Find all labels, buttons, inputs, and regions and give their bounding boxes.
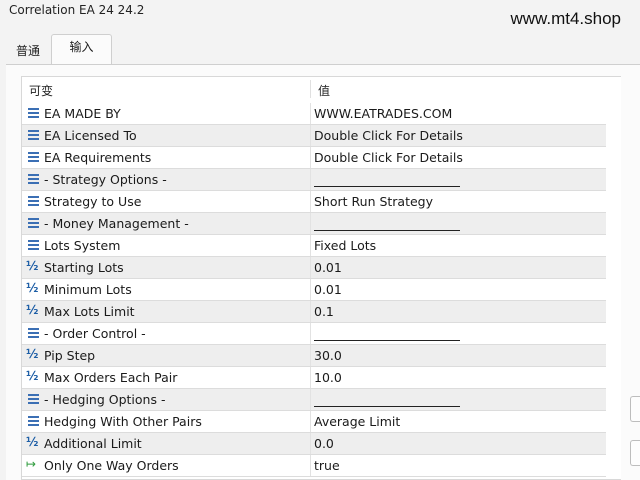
list-icon bbox=[27, 415, 40, 428]
row-variable-name: - Order Control - bbox=[44, 326, 146, 341]
row-variable-name: - Strategy Options - bbox=[44, 172, 167, 187]
table-row[interactable]: ½ Additional Limit 0.0 bbox=[22, 433, 606, 455]
cell-divider bbox=[310, 411, 311, 432]
watermark-text: www.mt4.shop bbox=[510, 9, 621, 28]
window-title: Correlation EA 24 24.2 bbox=[9, 3, 145, 17]
list-icon bbox=[27, 173, 40, 186]
table-row[interactable]: EA Requirements Double Click For Details bbox=[22, 147, 606, 169]
cell-divider bbox=[310, 345, 311, 366]
table-row[interactable]: Lots System Fixed Lots bbox=[22, 235, 606, 257]
row-variable-name: Hedging With Other Pairs bbox=[44, 414, 202, 429]
cell-divider bbox=[310, 257, 311, 278]
list-icon bbox=[27, 107, 40, 120]
list-icon bbox=[27, 195, 40, 208]
grid-rows: EA MADE BY WWW.EATRADES.COM EA Licensed To… bbox=[22, 103, 606, 477]
tab-general[interactable]: 普通 bbox=[6, 38, 50, 64]
cell-divider bbox=[310, 367, 311, 388]
column-divider[interactable] bbox=[310, 80, 311, 98]
arrow-icon: ↦ bbox=[26, 457, 37, 471]
cell-divider bbox=[310, 301, 311, 322]
cell-divider bbox=[310, 103, 311, 124]
half-icon: ½ bbox=[26, 259, 39, 273]
cell-divider bbox=[310, 125, 311, 146]
separator-value-line[interactable] bbox=[314, 406, 460, 407]
tab-inputs[interactable]: 输入 bbox=[51, 34, 112, 64]
side-button-upper[interactable] bbox=[630, 396, 640, 422]
row-variable-name: Lots System bbox=[44, 238, 121, 253]
row-variable-name: EA MADE BY bbox=[44, 106, 121, 121]
row-value[interactable]: 0.01 bbox=[314, 260, 342, 275]
list-icon bbox=[27, 327, 40, 340]
row-value[interactable]: 0.0 bbox=[314, 436, 334, 451]
row-value[interactable]: Average Limit bbox=[314, 414, 400, 429]
row-variable-name: - Money Management - bbox=[44, 216, 189, 231]
inputs-grid: 可变 值 EA MADE BY WWW.EATRADES.COM EA Licens… bbox=[21, 76, 621, 480]
row-value[interactable]: WWW.EATRADES.COM bbox=[314, 106, 452, 121]
separator-value-line[interactable] bbox=[314, 230, 460, 231]
row-value[interactable]: Double Click For Details bbox=[314, 150, 463, 165]
row-variable-name: Additional Limit bbox=[44, 436, 142, 451]
cell-divider bbox=[310, 433, 311, 454]
inputs-panel: 可变 值 EA MADE BY WWW.EATRADES.COM EA Licens… bbox=[6, 64, 640, 480]
half-icon: ½ bbox=[26, 369, 39, 383]
table-row[interactable]: EA MADE BY WWW.EATRADES.COM bbox=[22, 103, 606, 125]
table-row[interactable]: ½ Minimum Lots 0.01 bbox=[22, 279, 606, 301]
row-value[interactable]: Fixed Lots bbox=[314, 238, 376, 253]
row-value[interactable]: 0.01 bbox=[314, 282, 342, 297]
row-variable-name: Strategy to Use bbox=[44, 194, 142, 209]
list-icon bbox=[27, 393, 40, 406]
row-value[interactable]: 0.1 bbox=[314, 304, 334, 319]
table-row[interactable]: ½ Pip Step 30.0 bbox=[22, 345, 606, 367]
list-icon bbox=[27, 239, 40, 252]
cell-divider bbox=[310, 279, 311, 300]
half-icon: ½ bbox=[26, 347, 39, 361]
row-value[interactable]: 30.0 bbox=[314, 348, 342, 363]
table-row[interactable]: - Hedging Options - bbox=[22, 389, 606, 411]
cell-divider bbox=[310, 147, 311, 168]
half-icon: ½ bbox=[26, 435, 39, 449]
cell-divider bbox=[310, 213, 311, 234]
column-header-value[interactable]: 值 bbox=[318, 82, 330, 99]
grid-header: 可变 值 bbox=[22, 77, 621, 101]
separator-value-line[interactable] bbox=[314, 186, 460, 187]
table-row[interactable]: - Order Control - bbox=[22, 323, 606, 345]
cell-divider bbox=[310, 235, 311, 256]
table-row[interactable]: ½ Max Orders Each Pair 10.0 bbox=[22, 367, 606, 389]
table-row[interactable]: - Strategy Options - bbox=[22, 169, 606, 191]
row-value[interactable]: Short Run Strategy bbox=[314, 194, 433, 209]
half-icon: ½ bbox=[26, 303, 39, 317]
row-value[interactable]: 10.0 bbox=[314, 370, 342, 385]
cell-divider bbox=[310, 191, 311, 212]
row-variable-name: Max Orders Each Pair bbox=[44, 370, 178, 385]
table-row[interactable]: Hedging With Other Pairs Average Limit bbox=[22, 411, 606, 433]
row-variable-name: Starting Lots bbox=[44, 260, 124, 275]
cell-divider bbox=[310, 169, 311, 190]
list-icon bbox=[27, 129, 40, 142]
row-variable-name: EA Requirements bbox=[44, 150, 152, 165]
list-icon bbox=[27, 217, 40, 230]
side-button-lower[interactable] bbox=[630, 440, 640, 466]
table-row[interactable]: ↦ Only One Way Orders true bbox=[22, 455, 606, 477]
row-variable-name: Pip Step bbox=[44, 348, 96, 363]
row-value[interactable]: true bbox=[314, 458, 340, 473]
cell-divider bbox=[310, 323, 311, 344]
row-value[interactable]: Double Click For Details bbox=[314, 128, 463, 143]
row-variable-name: EA Licensed To bbox=[44, 128, 137, 143]
cell-divider bbox=[310, 389, 311, 410]
row-variable-name: Only One Way Orders bbox=[44, 458, 179, 473]
table-row[interactable]: EA Licensed To Double Click For Details bbox=[22, 125, 606, 147]
row-variable-name: Max Lots Limit bbox=[44, 304, 135, 319]
row-variable-name: - Hedging Options - bbox=[44, 392, 166, 407]
column-header-variable[interactable]: 可变 bbox=[29, 82, 53, 99]
table-row[interactable]: ½ Starting Lots 0.01 bbox=[22, 257, 606, 279]
cell-divider bbox=[310, 455, 311, 476]
table-row[interactable]: ½ Max Lots Limit 0.1 bbox=[22, 301, 606, 323]
row-variable-name: Minimum Lots bbox=[44, 282, 132, 297]
half-icon: ½ bbox=[26, 281, 39, 295]
separator-value-line[interactable] bbox=[314, 340, 460, 341]
list-icon bbox=[27, 151, 40, 164]
table-row[interactable]: - Money Management - bbox=[22, 213, 606, 235]
table-row[interactable]: Strategy to Use Short Run Strategy bbox=[22, 191, 606, 213]
